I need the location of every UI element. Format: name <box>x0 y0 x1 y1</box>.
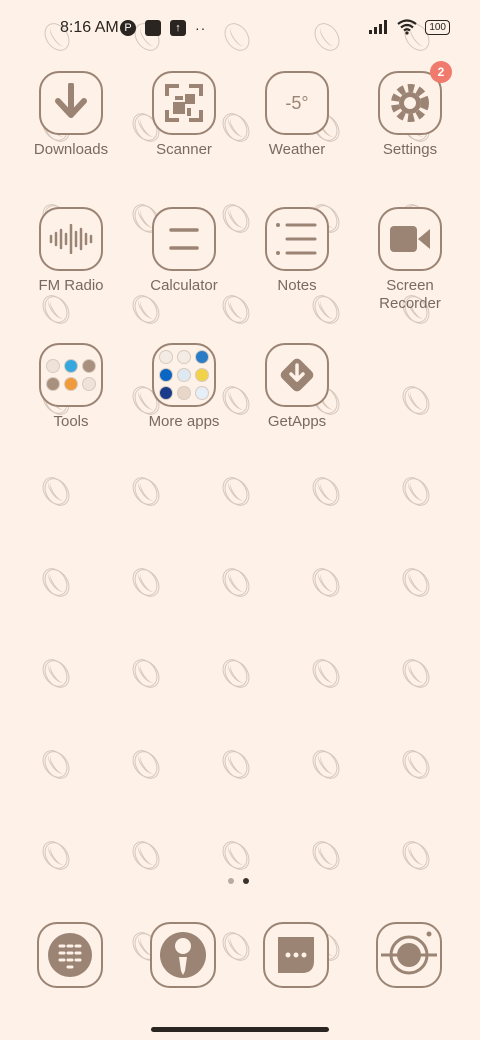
notification-app-icon: P <box>120 20 136 36</box>
page-dot-1[interactable] <box>228 878 234 884</box>
weather-temperature: -5° <box>285 92 309 113</box>
scanner-icon <box>152 71 216 135</box>
folder-tools[interactable]: Tools <box>16 343 126 431</box>
signal-icon <box>369 20 388 34</box>
system-status: 100 <box>369 19 450 35</box>
app-label: Screen Recorder <box>379 277 441 312</box>
weather-icon: -5° <box>265 71 329 135</box>
camera-icon <box>376 922 442 988</box>
dock-phone[interactable] <box>15 922 125 988</box>
download-icon <box>39 71 103 135</box>
phone-dialpad-icon <box>37 922 103 988</box>
app-label: Weather <box>268 141 326 158</box>
folder-more-apps[interactable]: More apps <box>129 343 239 431</box>
app-label: Downloads <box>33 141 109 158</box>
home-gesture-bar[interactable] <box>151 1027 329 1032</box>
page-indicator[interactable] <box>228 878 249 884</box>
app-label: Tools <box>53 413 89 430</box>
folder-preview <box>159 350 209 400</box>
dock-contacts[interactable] <box>128 922 238 988</box>
app-label: GetApps <box>267 413 327 430</box>
calculator-icon <box>152 207 216 271</box>
upload-icon: ↑ <box>170 20 186 36</box>
battery-indicator: 100 <box>425 19 450 35</box>
getapps-icon <box>265 343 329 407</box>
wifi-icon <box>397 19 417 35</box>
app-settings[interactable]: 2 Settings <box>355 61 465 159</box>
dock-camera[interactable] <box>354 922 464 988</box>
radio-wave-icon <box>39 207 103 271</box>
notification-badge: 2 <box>430 61 452 83</box>
app-getapps[interactable]: GetApps <box>242 343 352 431</box>
app-label: More apps <box>148 413 220 430</box>
app-downloads[interactable]: Downloads <box>16 71 126 159</box>
app-label: Settings <box>382 141 438 158</box>
app-label: FM Radio <box>38 277 104 294</box>
status-bar: 8:16 AM P ↑ ·· 100 <box>0 14 480 42</box>
app-label: Notes <box>277 277 317 294</box>
notification-icons: P ↑ ·· <box>120 20 206 36</box>
notes-icon <box>265 207 329 271</box>
app-label: Scanner <box>156 141 212 158</box>
contacts-icon <box>150 922 216 988</box>
folder-preview <box>46 359 96 391</box>
folder-icon <box>39 343 103 407</box>
app-label: Calculator <box>150 277 218 294</box>
notification-square-icon <box>145 20 161 36</box>
dock-messages[interactable] <box>241 922 351 988</box>
video-camera-icon <box>378 207 442 271</box>
app-fm-radio[interactable]: FM Radio <box>16 207 126 295</box>
gear-icon: 2 <box>378 61 452 135</box>
app-screen-recorder[interactable]: Screen Recorder <box>355 207 465 313</box>
more-notifications-indicator: ·· <box>195 20 207 36</box>
app-weather[interactable]: -5° Weather <box>242 71 352 159</box>
app-notes[interactable]: Notes <box>242 207 352 295</box>
folder-icon <box>152 343 216 407</box>
messages-icon <box>263 922 329 988</box>
app-scanner[interactable]: Scanner <box>129 71 239 159</box>
page-dot-2[interactable] <box>243 878 249 884</box>
app-calculator[interactable]: Calculator <box>129 207 239 295</box>
status-time: 8:16 AM <box>60 19 119 36</box>
